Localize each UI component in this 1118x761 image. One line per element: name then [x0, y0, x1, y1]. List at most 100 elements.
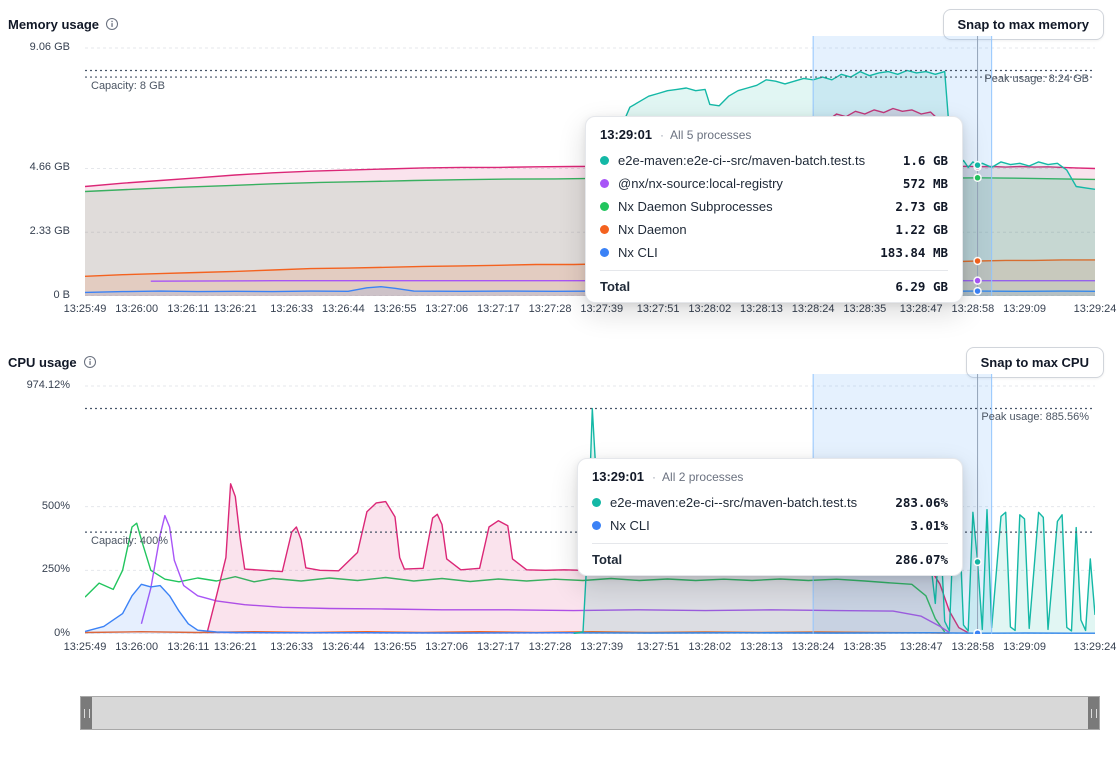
- x-tick-label: 13:28:35: [843, 641, 886, 653]
- tooltip-header: 13:29:01 ·All 2 processes: [592, 469, 948, 484]
- x-tick-label: 13:27:06: [425, 303, 468, 315]
- x-tick-label: 13:28:13: [740, 303, 783, 315]
- x-tick-label: 13:27:39: [580, 641, 623, 653]
- cursor-dot: [974, 630, 981, 634]
- memory-header: Memory usage Snap to max memory: [0, 0, 1118, 36]
- x-tick-label: 13:27:51: [637, 303, 680, 315]
- process-name: Nx CLI: [610, 518, 901, 533]
- memory-plot-area[interactable]: 9.06 GB4.66 GB2.33 GB0 B 13:29:01 ·All 5…: [85, 36, 1095, 296]
- x-tick-label: 13:29:09: [1003, 303, 1046, 315]
- x-tick-label: 13:26:44: [322, 303, 365, 315]
- tooltip-total-row: Total 286.07%: [592, 543, 948, 567]
- x-tick-label: 13:28:58: [951, 641, 994, 653]
- tooltip-row: Nx Daemon Subprocesses 2.73 GB: [600, 195, 948, 218]
- x-tick-label: 13:27:17: [477, 303, 520, 315]
- profiler-page: { "memory": { "title": "Memory usage", "…: [0, 0, 1118, 761]
- x-tick-label: 13:27:51: [637, 641, 680, 653]
- cursor-dot: [974, 277, 981, 284]
- process-name: Nx Daemon Subprocesses: [618, 199, 886, 214]
- x-tick-label: 13:27:17: [477, 641, 520, 653]
- process-value: 1.22 GB: [895, 222, 948, 237]
- cpu-plot-area[interactable]: 974.12%500%250%0% 13:29:01 ·All 2 proces…: [85, 374, 1095, 634]
- x-tick-label: 13:26:33: [270, 303, 313, 315]
- tooltip-subtitle: ·All 2 processes: [652, 470, 743, 484]
- process-color-dot: [600, 248, 609, 257]
- info-icon[interactable]: [83, 355, 97, 369]
- tooltip-rows: e2e-maven:e2e-ci--src/maven-batch.test.t…: [600, 149, 948, 264]
- process-name: e2e-maven:e2e-ci--src/maven-batch.test.t…: [610, 495, 886, 510]
- x-tick-label: 13:25:49: [64, 641, 107, 653]
- y-tick-label: 9.06 GB: [30, 41, 70, 53]
- memory-usage-section: Memory usage Snap to max memory 9.06 GB4…: [0, 0, 1118, 324]
- snap-to-max-memory-button[interactable]: Snap to max memory: [943, 9, 1105, 40]
- info-icon[interactable]: [105, 17, 119, 31]
- cpu-title-wrap: CPU usage: [8, 355, 97, 370]
- process-color-dot: [600, 202, 609, 211]
- process-value: 1.6 GB: [903, 153, 948, 168]
- x-tick-label: 13:26:33: [270, 641, 313, 653]
- process-color-dot: [600, 225, 609, 234]
- total-value: 6.29 GB: [895, 279, 948, 294]
- cpu-y-axis: 974.12%500%250%0%: [0, 374, 78, 634]
- x-tick-label: 13:26:00: [115, 303, 158, 315]
- x-tick-label: 13:27:06: [425, 641, 468, 653]
- x-tick-label: 13:28:24: [792, 641, 835, 653]
- y-tick-label: 0 B: [53, 289, 70, 301]
- x-tick-label: 13:27:39: [580, 303, 623, 315]
- cursor-dot: [974, 162, 981, 169]
- memory-y-axis: 9.06 GB4.66 GB2.33 GB0 B: [0, 36, 78, 296]
- y-tick-label: 250%: [42, 563, 70, 575]
- x-tick-label: 13:25:49: [64, 303, 107, 315]
- x-tick-label: 13:27:28: [529, 303, 572, 315]
- x-tick-label: 13:26:11: [167, 641, 209, 653]
- x-tick-label: 13:26:44: [322, 641, 365, 653]
- process-value: 572 MB: [903, 176, 948, 191]
- x-tick-label: 13:28:02: [688, 641, 731, 653]
- cpu-tooltip: 13:29:01 ·All 2 processes e2e-maven:e2e-…: [577, 458, 963, 576]
- x-tick-label: 13:26:55: [374, 641, 417, 653]
- process-value: 183.84 MB: [880, 245, 948, 260]
- cpu-header: CPU usage Snap to max CPU: [0, 338, 1118, 374]
- x-tick-label: 13:26:21: [214, 641, 257, 653]
- brush-grip-icon: [1091, 709, 1097, 718]
- cursor-dot: [974, 257, 981, 264]
- y-tick-label: 500%: [42, 500, 70, 512]
- process-value: 3.01%: [910, 518, 948, 533]
- y-tick-label: 0%: [54, 627, 70, 639]
- process-color-dot: [592, 498, 601, 507]
- y-tick-label: 4.66 GB: [30, 161, 70, 173]
- x-tick-label: 13:29:24: [1074, 641, 1117, 653]
- tooltip-row: @nx/nx-source:local-registry 572 MB: [600, 172, 948, 195]
- memory-x-axis: 13:25:4913:26:0013:26:1113:26:2113:26:33…: [85, 300, 1095, 324]
- brush-selected-range[interactable]: [92, 697, 1088, 729]
- brush-handle-left[interactable]: [81, 697, 92, 729]
- tooltip-separator: ·: [652, 470, 656, 484]
- tooltip-row: Nx CLI 3.01%: [592, 514, 948, 537]
- x-tick-label: 13:28:47: [900, 641, 943, 653]
- process-name: e2e-maven:e2e-ci--src/maven-batch.test.t…: [618, 153, 894, 168]
- x-tick-label: 13:26:11: [167, 303, 209, 315]
- memory-tooltip: 13:29:01 ·All 5 processes e2e-maven:e2e-…: [585, 116, 963, 303]
- total-label: Total: [592, 552, 895, 567]
- timeline-brush[interactable]: [80, 696, 1100, 730]
- x-tick-label: 13:26:21: [214, 303, 257, 315]
- process-value: 2.73 GB: [895, 199, 948, 214]
- snap-to-max-cpu-button[interactable]: Snap to max CPU: [966, 347, 1104, 378]
- tooltip-total-row: Total 6.29 GB: [600, 270, 948, 294]
- process-name: @nx/nx-source:local-registry: [618, 176, 894, 191]
- x-tick-label: 13:29:24: [1074, 303, 1117, 315]
- cpu-x-axis: 13:25:4913:26:0013:26:1113:26:2113:26:33…: [85, 638, 1095, 662]
- memory-chart-title: Memory usage: [8, 17, 99, 32]
- x-tick-label: 13:26:55: [374, 303, 417, 315]
- tooltip-header: 13:29:01 ·All 5 processes: [600, 127, 948, 142]
- tooltip-time: 13:29:01: [592, 469, 644, 484]
- tooltip-rows: e2e-maven:e2e-ci--src/maven-batch.test.t…: [592, 491, 948, 537]
- brush-handle-right[interactable]: [1088, 697, 1099, 729]
- process-name: Nx Daemon: [618, 222, 886, 237]
- total-value: 286.07%: [895, 552, 948, 567]
- process-value: 283.06%: [895, 495, 948, 510]
- y-tick-label: 974.12%: [27, 379, 70, 391]
- x-tick-label: 13:28:35: [843, 303, 886, 315]
- tooltip-process-count: All 5 processes: [670, 128, 751, 142]
- tooltip-time: 13:29:01: [600, 127, 652, 142]
